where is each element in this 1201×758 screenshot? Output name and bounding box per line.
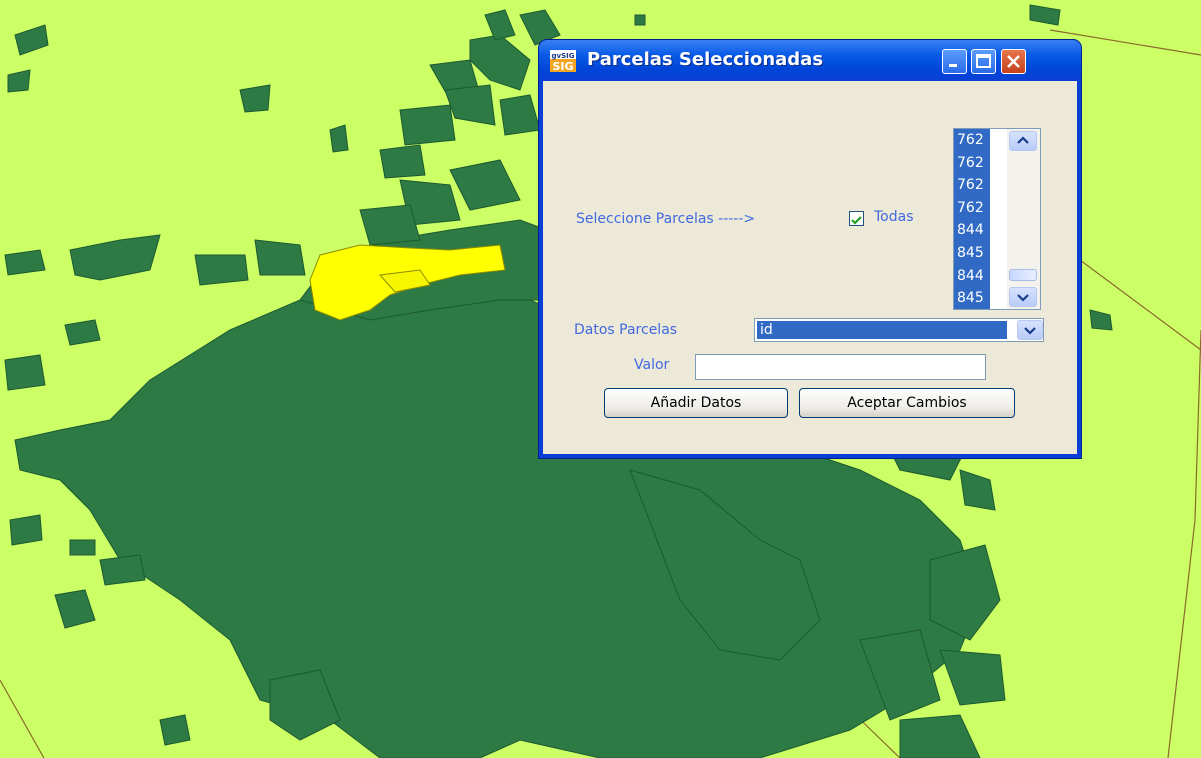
svg-text:gvSIG: gvSIG — [552, 52, 575, 60]
data-parcels-label: Datos Parcelas — [574, 322, 678, 338]
list-item[interactable]: 844 — [954, 264, 990, 288]
svg-text:SIG: SIG — [552, 60, 573, 72]
maximize-icon — [976, 54, 991, 68]
title-bar[interactable]: gvSIG SIG Parcelas Seleccionadas — [539, 40, 1081, 81]
value-input[interactable] — [695, 354, 986, 380]
select-parcels-label: Seleccione Parcelas -----> — [576, 211, 756, 227]
list-scrollbar[interactable] — [1007, 129, 1040, 309]
list-item[interactable]: 845 — [954, 241, 990, 265]
minimize-icon — [949, 64, 957, 67]
maximize-button[interactable] — [971, 49, 996, 74]
list-item[interactable]: 844 — [954, 219, 990, 242]
dialog-body: Seleccione Parcelas -----> Todas 762 762… — [543, 81, 1077, 454]
all-checkbox-label[interactable]: Todas — [874, 209, 914, 225]
list-item[interactable]: 845 — [954, 287, 990, 309]
value-label: Valor — [634, 357, 670, 373]
list-item[interactable]: 762 — [954, 196, 990, 220]
add-data-button[interactable]: Añadir Datos — [604, 388, 788, 418]
scroll-thumb[interactable] — [1009, 269, 1037, 281]
list-item[interactable]: 762 — [954, 129, 990, 152]
parcelas-dialog: gvSIG SIG Parcelas Seleccionadas Selecci… — [539, 40, 1081, 458]
list-item[interactable]: 762 — [954, 151, 990, 175]
close-button[interactable] — [1001, 49, 1026, 74]
close-icon — [1007, 55, 1020, 68]
chevron-up-icon — [1017, 136, 1029, 144]
scroll-down-button[interactable] — [1009, 287, 1037, 307]
window-title: Parcelas Seleccionadas — [587, 49, 824, 70]
list-item[interactable]: 762 — [954, 174, 990, 197]
dropdown-button[interactable] — [1017, 320, 1043, 340]
gvsig-logo-icon: gvSIG SIG — [550, 50, 576, 72]
accept-changes-button[interactable]: Aceptar Cambios — [799, 388, 1015, 418]
check-icon — [851, 216, 862, 225]
chevron-down-icon — [1024, 327, 1036, 335]
parcel-list[interactable]: 762 762 762 762 844 845 844 845 — [953, 128, 1041, 310]
chevron-down-icon — [1017, 294, 1029, 302]
all-checkbox[interactable] — [849, 211, 864, 226]
minimize-button[interactable] — [942, 49, 967, 74]
scroll-up-button[interactable] — [1009, 131, 1037, 151]
data-field-select[interactable]: id — [754, 318, 1044, 342]
data-field-value[interactable]: id — [757, 321, 1007, 339]
